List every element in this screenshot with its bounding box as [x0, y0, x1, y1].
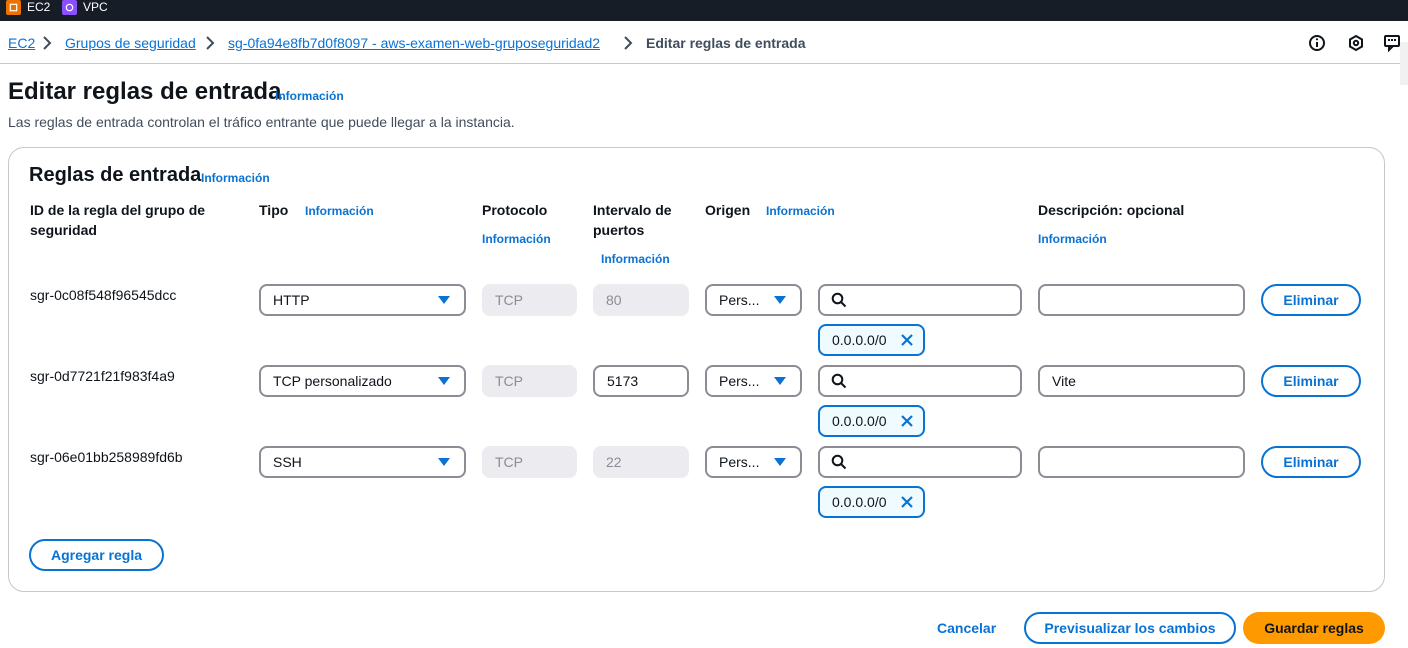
breadcrumb-ec2[interactable]: EC2	[8, 35, 35, 51]
source-select[interactable]: Pers...	[705, 365, 802, 397]
breadcrumb: EC2 Grupos de seguridad sg-0fa94e8fb7d0f…	[0, 21, 1408, 85]
chevron-right-icon	[623, 36, 633, 50]
chevron-right-icon	[42, 36, 52, 50]
caret-down-icon	[774, 377, 786, 385]
description-input[interactable]	[1038, 284, 1245, 316]
service-shortcut-ec2[interactable]: EC2	[6, 0, 51, 15]
preview-changes-button[interactable]: Previsualizar los cambios	[1024, 612, 1236, 644]
service-label: VPC	[83, 0, 108, 14]
breadcrumb-current-page: Editar reglas de entrada	[646, 35, 806, 51]
vpc-icon	[62, 0, 77, 15]
protocol-field: TCP	[482, 365, 577, 397]
description-input[interactable]: Vite	[1038, 365, 1245, 397]
search-icon	[831, 373, 847, 389]
column-header-type: Tipo	[259, 202, 289, 218]
page-description: Las reglas de entrada controlan el tráfi…	[8, 114, 515, 130]
port-range-info-link[interactable]: Información	[601, 252, 670, 266]
protocol-info-link[interactable]: Información	[482, 232, 551, 246]
chevron-right-icon	[205, 36, 215, 50]
description-input[interactable]	[1038, 446, 1245, 478]
page-title-info-link[interactable]: Información	[275, 89, 344, 103]
column-header-source: Origen	[705, 202, 751, 218]
delete-rule-button[interactable]: Eliminar	[1261, 284, 1361, 316]
type-select[interactable]: TCP personalizado	[259, 365, 466, 397]
service-shortcut-vpc[interactable]: VPC	[62, 0, 108, 15]
page-title: Editar reglas de entrada	[8, 78, 282, 105]
search-icon	[831, 292, 847, 308]
source-search-input[interactable]	[818, 365, 1022, 397]
description-info-link[interactable]: Información	[1038, 232, 1107, 246]
panel-title: Reglas de entrada	[29, 164, 202, 186]
type-select[interactable]: HTTP	[259, 284, 466, 316]
cidr-token: 0.0.0.0/0	[818, 405, 925, 437]
port-range-field: 22	[593, 446, 689, 478]
type-info-link[interactable]: Información	[305, 204, 374, 218]
caret-down-icon	[774, 458, 786, 466]
source-search-input[interactable]	[818, 284, 1022, 316]
console-top-bar: EC2 VPC	[0, 0, 1408, 21]
info-circle-icon[interactable]	[1308, 34, 1326, 52]
protocol-field: TCP	[482, 446, 577, 478]
caret-down-icon	[438, 377, 450, 385]
settings-hexagon-icon[interactable]	[1347, 34, 1365, 52]
caret-down-icon	[438, 296, 450, 304]
scrollbar[interactable]	[1400, 42, 1408, 85]
column-header-port-range: Intervalo de puertos	[593, 202, 672, 238]
source-select[interactable]: Pers...	[705, 284, 802, 316]
cancel-button[interactable]: Cancelar	[937, 620, 996, 636]
panel-title-info-link[interactable]: Información	[201, 171, 270, 185]
close-icon[interactable]	[900, 414, 914, 428]
cidr-token: 0.0.0.0/0	[818, 324, 925, 356]
delete-rule-button[interactable]: Eliminar	[1261, 446, 1361, 478]
cidr-token: 0.0.0.0/0	[818, 486, 925, 518]
column-header-description: Descripción: opcional	[1038, 202, 1185, 218]
caret-down-icon	[774, 296, 786, 304]
source-info-link[interactable]: Información	[766, 204, 835, 218]
breadcrumb-security-groups[interactable]: Grupos de seguridad	[65, 35, 196, 51]
source-select[interactable]: Pers...	[705, 446, 802, 478]
caret-down-icon	[438, 458, 450, 466]
rule-id: sgr-0c08f548f96545dcc	[30, 287, 177, 303]
protocol-field: TCP	[482, 284, 577, 316]
close-icon[interactable]	[900, 333, 914, 347]
add-rule-button[interactable]: Agregar regla	[29, 539, 164, 571]
type-select[interactable]: SSH	[259, 446, 466, 478]
column-header-rule-id: ID de la regla del grupo de seguridad	[30, 202, 206, 238]
feedback-icon[interactable]	[1383, 34, 1401, 53]
port-range-field: 80	[593, 284, 689, 316]
rule-id: sgr-06e01bb258989fd6b	[30, 449, 183, 465]
search-icon	[831, 454, 847, 470]
close-icon[interactable]	[900, 495, 914, 509]
port-range-input[interactable]: 5173	[593, 365, 689, 397]
service-label: EC2	[27, 0, 51, 14]
rule-id: sgr-0d7721f21f983f4a9	[30, 368, 175, 384]
breadcrumb-security-group[interactable]: sg-0fa94e8fb7d0f8097 - aws-examen-web-gr…	[228, 35, 600, 51]
column-header-protocol: Protocolo	[482, 202, 548, 218]
source-search-input[interactable]	[818, 446, 1022, 478]
delete-rule-button[interactable]: Eliminar	[1261, 365, 1361, 397]
ec2-icon	[6, 0, 21, 15]
save-rules-button[interactable]: Guardar reglas	[1243, 612, 1385, 644]
